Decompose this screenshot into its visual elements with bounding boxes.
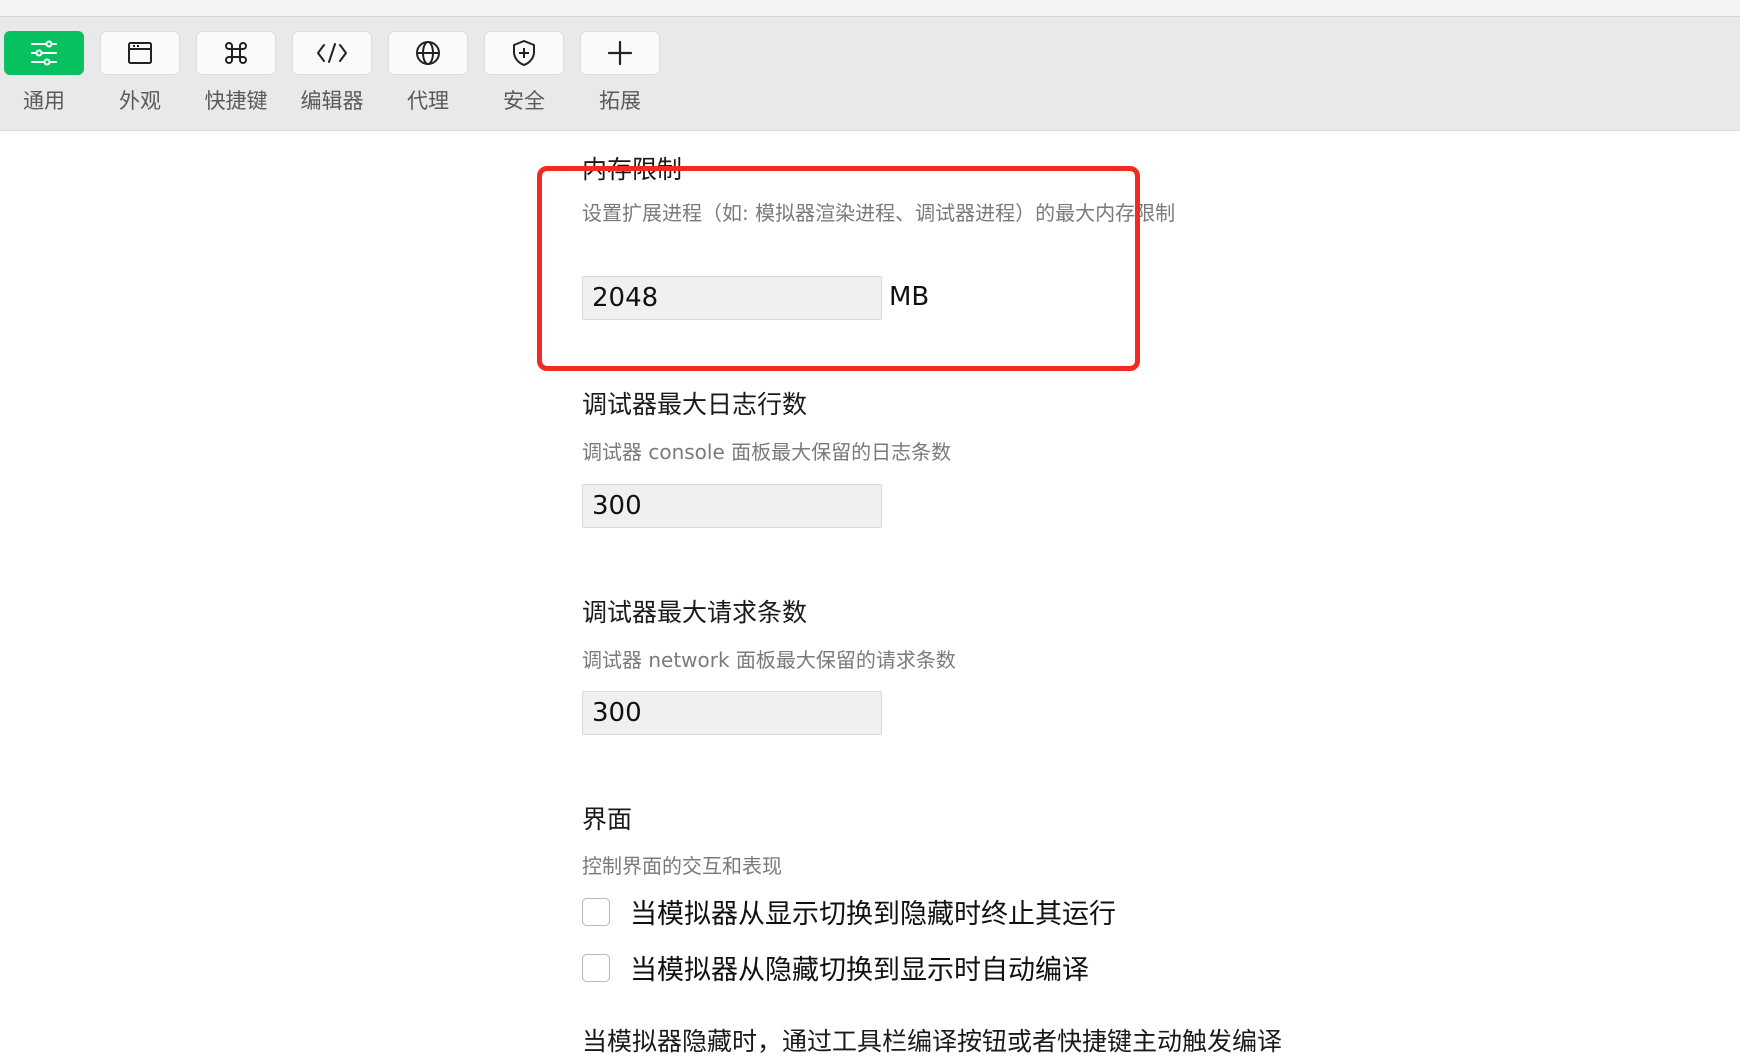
window-icon [126, 40, 154, 66]
plus-icon [606, 39, 634, 67]
tab-extensions-button[interactable] [580, 31, 660, 75]
tab-extensions[interactable]: 拓展 [579, 31, 661, 115]
tab-editor-label: 编辑器 [300, 89, 364, 113]
tab-shortcuts[interactable]: 快捷键 [195, 31, 277, 115]
settings-toolbar: 通用 外观 快捷键 编辑器 代理 安全 拓展 [0, 17, 1740, 131]
tab-editor[interactable]: 编辑器 [291, 31, 373, 115]
max-log-lines-input[interactable] [582, 484, 882, 528]
memory-limit-title: 内存限制 [582, 155, 683, 184]
tab-general-button[interactable] [4, 31, 84, 75]
interface-title: 界面 [582, 805, 633, 834]
tab-general-label: 通用 [23, 89, 65, 113]
annotation-highlight-box [537, 166, 1140, 371]
memory-limit-unit: MB [889, 282, 930, 312]
tab-extensions-label: 拓展 [599, 89, 641, 113]
tab-proxy[interactable]: 代理 [387, 31, 469, 115]
memory-limit-description: 设置扩展进程（如: 模拟器渲染进程、调试器进程）的最大内存限制 [582, 201, 1176, 225]
tab-general[interactable]: 通用 [3, 31, 85, 115]
option-terminate-on-hide[interactable]: 当模拟器从显示切换到隐藏时终止其运行 [582, 892, 1116, 931]
tab-proxy-button[interactable] [388, 31, 468, 75]
tab-security-button[interactable] [484, 31, 564, 75]
max-log-lines-description: 调试器 console 面板最大保留的日志条数 [582, 440, 952, 464]
option-compile-on-show[interactable]: 当模拟器从隐藏切换到显示时自动编译 [582, 948, 1089, 987]
tab-editor-button[interactable] [292, 31, 372, 75]
tab-security-label: 安全 [503, 89, 545, 113]
tab-proxy-label: 代理 [407, 89, 449, 113]
tab-shortcuts-button[interactable] [196, 31, 276, 75]
tab-shortcuts-label: 快捷键 [204, 89, 268, 113]
sliders-icon [29, 40, 59, 66]
window-top-strip [0, 0, 1740, 17]
max-requests-input[interactable] [582, 691, 882, 735]
option-compile-on-show-checkbox[interactable] [582, 953, 610, 982]
max-requests-description: 调试器 network 面板最大保留的请求条数 [582, 648, 956, 672]
shield-icon [510, 38, 538, 68]
tab-security[interactable]: 安全 [483, 31, 565, 115]
option-terminate-on-hide-label: 当模拟器从显示切换到隐藏时终止其运行 [630, 899, 1116, 930]
max-log-lines-title: 调试器最大日志行数 [582, 390, 808, 419]
interface-description: 控制界面的交互和表现 [582, 854, 782, 878]
code-icon [315, 40, 349, 66]
max-requests-title: 调试器最大请求条数 [582, 598, 808, 627]
command-key-icon [222, 39, 250, 67]
option-terminate-on-hide-checkbox[interactable] [582, 897, 610, 926]
tab-appearance-label: 外观 [119, 89, 161, 113]
globe-icon [413, 38, 443, 68]
memory-limit-input[interactable] [582, 276, 882, 320]
tab-appearance[interactable]: 外观 [99, 31, 181, 115]
hidden-compile-hint: 当模拟器隐藏时，通过工具栏编译按钮或者快捷键主动触发编译 [582, 1027, 1283, 1056]
option-compile-on-show-label: 当模拟器从隐藏切换到显示时自动编译 [630, 955, 1089, 986]
tab-appearance-button[interactable] [100, 31, 180, 75]
